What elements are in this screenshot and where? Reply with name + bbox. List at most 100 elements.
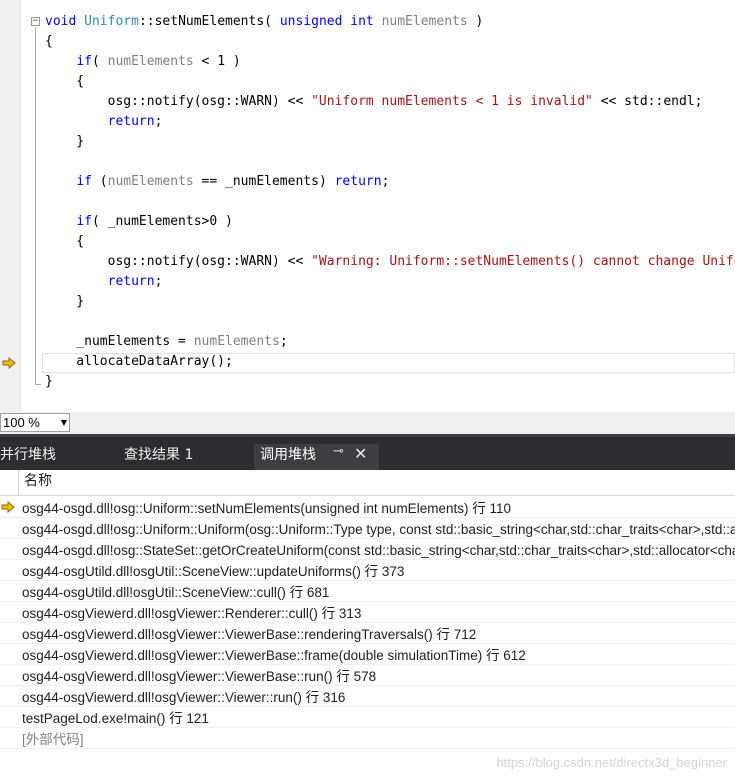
stack-frame-row[interactable]: osg44-osgUtild.dll!osgUtil::SceneView::c… [0,581,735,602]
code-line[interactable]: { [45,34,53,54]
tab-call-stack-label: 调用堆栈 [260,447,316,463]
stack-frame-text: testPageLod.exe!main() 行 121 [22,711,209,726]
code-token: ; [279,334,288,349]
call-stack-list: osg44-osgd.dll!osg::Uniform::setNumEleme… [0,497,735,749]
watermark: https://blog.csdn.net/directx3d_beginner [496,755,727,770]
code-token: } [45,134,85,149]
stack-frame-row[interactable]: osg44-osgViewerd.dll!osgViewer::ViewerBa… [0,623,735,644]
code-editor[interactable]: − void Uniform::setNumElements( unsigned… [0,0,735,412]
stack-frame-row[interactable]: osg44-osgd.dll!osg::Uniform::setNumEleme… [0,497,735,518]
pin-icon[interactable]: ⊸ [333,444,344,459]
tool-window-tabs: 并行堆栈 查找结果 1 调用堆栈 ⊸ ✕ [0,434,735,470]
zoom-dropdown[interactable]: 100 % ▼ [0,413,70,432]
code-token: < 1 ) [193,54,241,69]
code-line[interactable]: } [45,134,84,154]
code-token: _numElements = [45,334,194,349]
code-line[interactable]: if( numElements < 1 ) [45,54,241,74]
stack-frame-text: osg44-osgd.dll!osg::Uniform::setNumEleme… [22,501,511,516]
stack-frame-row[interactable]: osg44-osgViewerd.dll!osgViewer::Renderer… [0,602,735,623]
outline-fold-end [35,384,41,385]
code-token: return [334,174,382,189]
stack-frame-text: osg44-osgUtild.dll!osgUtil::SceneView::c… [22,585,330,600]
outline-collapse-icon[interactable]: − [31,17,40,26]
code-line[interactable]: if( _numElements>0 ) [45,214,233,234]
column-header-name[interactable]: 名称 [24,470,52,490]
code-line[interactable]: if (numElements == _numElements) return; [45,174,389,194]
code-line[interactable]: { [45,74,84,94]
code-token: "Uniform numElements < 1 is invalid" [311,94,593,109]
code-token: ; [154,274,163,289]
code-line[interactable]: } [45,294,84,314]
stack-frame-text: osg44-osgd.dll!osg::Uniform::Uniform(osg… [22,522,735,537]
stack-frame-text: osg44-osgViewerd.dll!osgViewer::Renderer… [22,606,362,621]
stack-frame-text: osg44-osgUtild.dll!osgUtil::SceneView::u… [22,564,405,579]
code-token: return [107,114,155,129]
stack-frame-row[interactable]: osg44-osgViewerd.dll!osgViewer::ViewerBa… [0,644,735,665]
outline-fold-line [35,27,36,385]
stack-frame-text: osg44-osgViewerd.dll!osgViewer::ViewerBa… [22,669,377,684]
external-code-text: [外部代码] [22,732,84,747]
code-line[interactable]: _numElements = numElements; [45,334,288,354]
chevron-down-icon[interactable]: ▼ [61,414,67,431]
code-token: if [76,54,92,69]
zoom-bar: 100 % ▼ [0,412,735,434]
code-line[interactable]: osg::notify(osg::WARN) << "Uniform numEl… [45,94,703,114]
code-token: { [45,74,85,89]
code-token: osg::notify(osg::WARN) << [45,94,312,109]
code-line[interactable]: } [45,374,53,394]
code-token: ::setNumElements( [138,14,280,29]
tab-find-results[interactable]: 查找结果 1 [124,444,193,470]
column-separator[interactable] [18,470,19,495]
code-token: numElements [107,174,194,189]
zoom-value: 100 % [3,415,40,430]
code-token: } [45,374,53,389]
stack-frame-row[interactable]: osg44-osgViewerd.dll!osgViewer::Viewer::… [0,686,735,707]
call-stack-header: 名称 [0,470,735,496]
code-token: numElements [107,54,194,69]
code-token: return [107,274,155,289]
code-line[interactable]: return; [45,114,163,134]
tab-call-stack[interactable]: 调用堆栈 ⊸ ✕ [254,444,379,470]
code-token: Uniform [84,14,139,29]
code-token: == _numElements) [193,174,335,189]
code-token: { [45,234,85,249]
code-token: } [45,294,85,309]
code-line[interactable]: void Uniform::setNumElements( unsigned i… [45,14,483,34]
external-code-row[interactable]: [外部代码] [0,728,735,749]
code-token: numElements [193,334,280,349]
code-token: ) [467,14,484,29]
code-token: if [76,174,92,189]
code-line[interactable]: { [45,234,84,254]
stack-frame-row[interactable]: osg44-osgUtild.dll!osgUtil::SceneView::u… [0,560,735,581]
code-token: ( [91,54,108,69]
code-token: ( [91,174,108,189]
code-token: allocateDataArray(); [45,354,233,369]
indicator-margin[interactable] [0,0,21,412]
close-icon[interactable]: ✕ [354,444,367,463]
stack-frame-row[interactable]: osg44-osgViewerd.dll!osgViewer::ViewerBa… [0,665,735,686]
stack-frame-text: osg44-osgViewerd.dll!osgViewer::ViewerBa… [22,648,526,663]
code-line[interactable]: osg::notify(osg::WARN) << "Warning: Unif… [45,254,735,274]
stack-frame-text: osg44-osgViewerd.dll!osgViewer::Viewer::… [22,690,346,705]
code-token: { [45,34,53,49]
tab-parallel-stacks[interactable]: 并行堆栈 [0,444,56,470]
code-token: numElements [381,14,468,29]
code-token: ( _numElements>0 ) [91,214,233,229]
stack-frame-text: osg44-osgViewerd.dll!osgViewer::ViewerBa… [22,627,477,642]
code-token: void [45,14,77,29]
stack-frame-row[interactable]: osg44-osgd.dll!osg::StateSet::getOrCreat… [0,539,735,560]
code-token: if [76,214,92,229]
stack-frame-row[interactable]: osg44-osgd.dll!osg::Uniform::Uniform(osg… [0,518,735,539]
code-line[interactable]: return; [45,274,163,294]
call-stack-panel: 名称 osg44-osgd.dll!osg::Uniform::setNumEl… [0,470,735,782]
stack-frame-row[interactable]: testPageLod.exe!main() 行 121 [0,707,735,728]
code-line-current[interactable]: allocateDataArray(); [45,354,233,374]
execution-pointer-icon[interactable] [2,357,17,369]
code-token: "Warning: Uniform::setNumElements() cann… [311,254,735,269]
code-token: ; [154,114,163,129]
